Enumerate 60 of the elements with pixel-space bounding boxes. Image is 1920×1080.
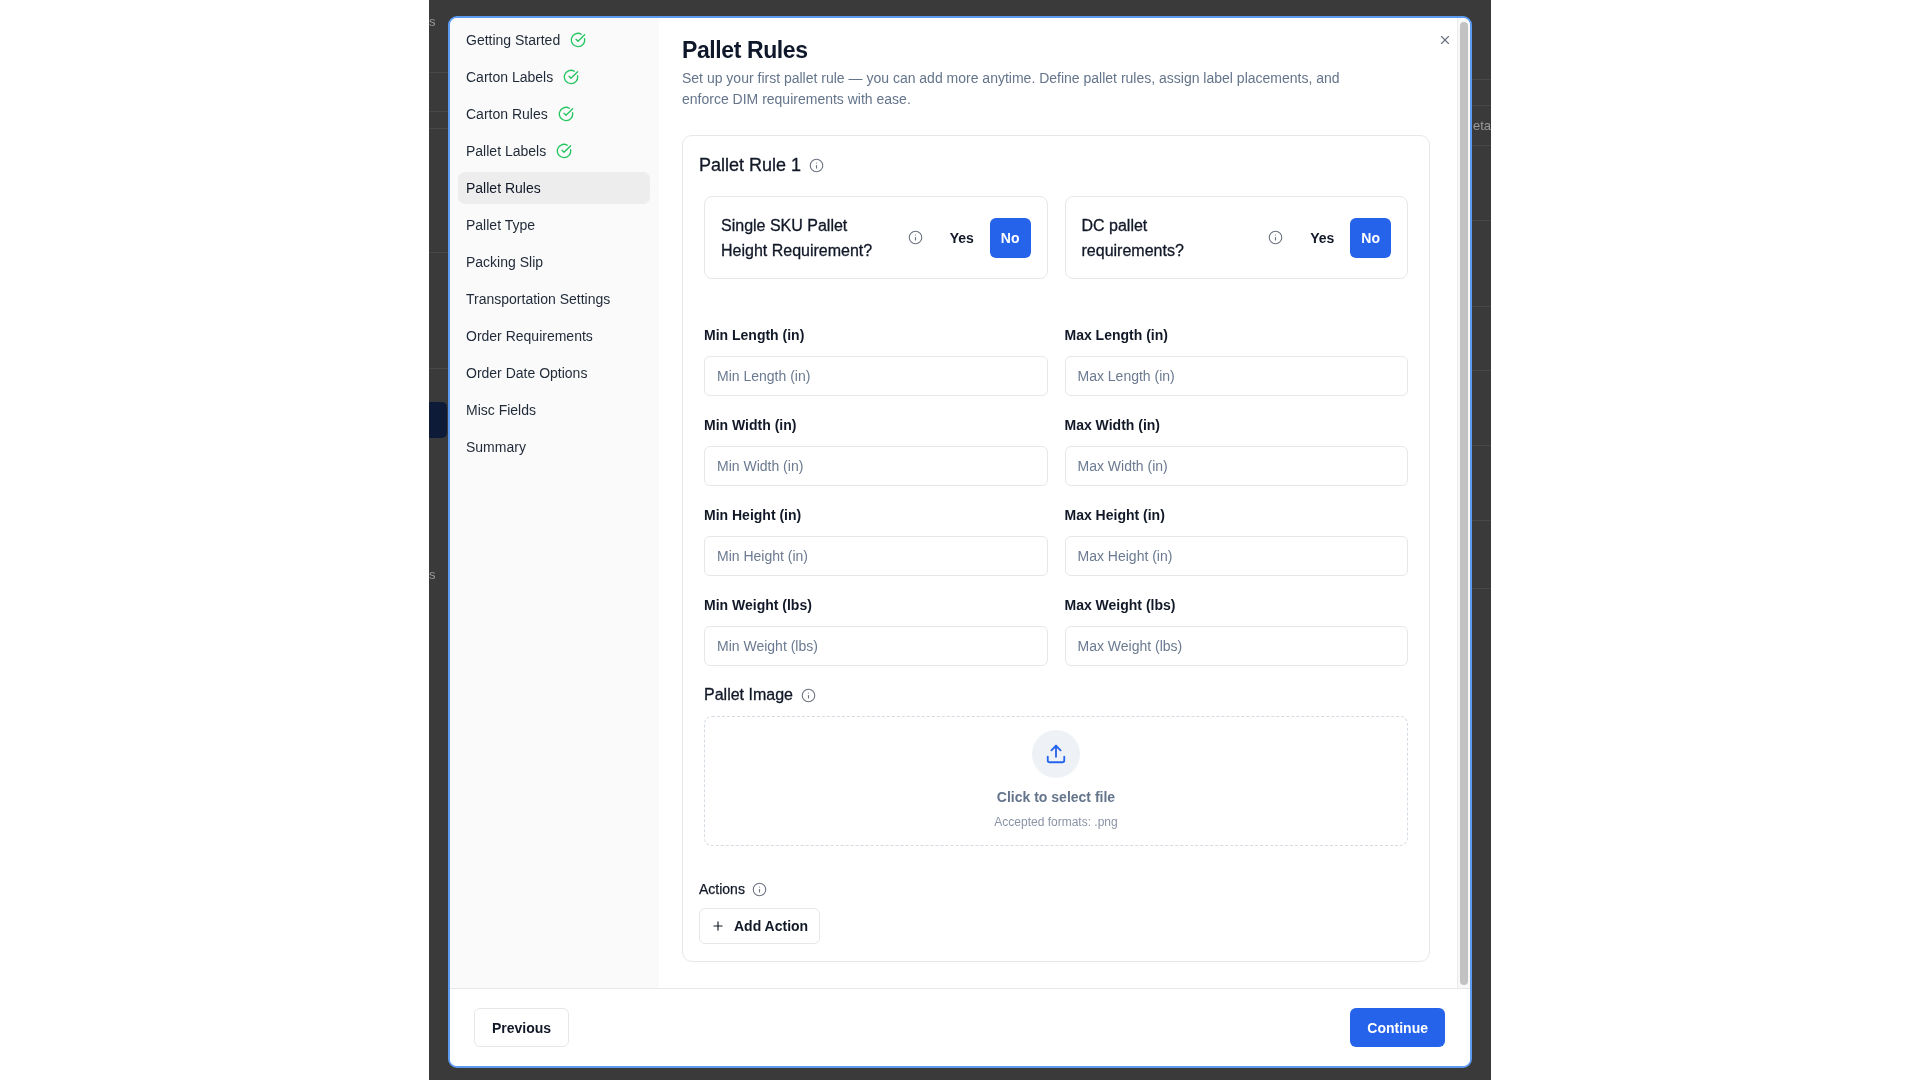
toggle-option[interactable]: Yes: [1299, 217, 1346, 258]
sidebar-item[interactable]: Order Date Options: [458, 357, 650, 389]
backdrop-text: s: [429, 14, 436, 30]
info-icon: [809, 157, 825, 173]
sidebar-item[interactable]: Misc Fields: [458, 394, 650, 426]
field-label: Min Height (in): [704, 506, 803, 525]
info-icon: [751, 881, 767, 897]
field-label: Max Weight (lbs): [1064, 596, 1177, 615]
field-label: Max Length (in): [1064, 326, 1169, 345]
field-label: Min Width (in): [704, 416, 798, 435]
sidebar-item[interactable]: Transportation Settings: [458, 283, 650, 315]
sidebar-item[interactable]: Summary: [458, 431, 650, 463]
plus-icon: [711, 919, 725, 933]
sidebar-item[interactable]: Getting Started: [458, 24, 650, 56]
sidebar-item[interactable]: Order Requirements: [458, 320, 650, 352]
input-field[interactable]: Min Length (in): [704, 356, 1048, 396]
input-field[interactable]: Min Width (in): [704, 446, 1048, 486]
upload-icon: [1032, 730, 1080, 778]
info-icon: [907, 230, 923, 245]
sidebar-item[interactable]: Carton Labels: [458, 61, 650, 93]
backdrop-text: s: [429, 567, 436, 583]
input-field[interactable]: Min Weight (lbs): [704, 626, 1048, 666]
upload-prompt: Click to select file: [996, 788, 1116, 807]
section-label: Actions: [699, 880, 745, 899]
continue-button[interactable]: Continue: [1350, 1008, 1445, 1047]
field-label: Max Width (in): [1064, 416, 1162, 435]
info-icon: [1268, 230, 1284, 245]
field-label: Min Weight (lbs): [704, 596, 813, 615]
file-drop-zone[interactable]: Click to select file Accepted formats: .png: [704, 716, 1408, 846]
question-label: DC pallet requirements?: [1081, 215, 1185, 261]
toggle-option[interactable]: Yes: [938, 217, 985, 258]
format-hint: Accepted formats: .png: [994, 814, 1118, 830]
backdrop-block: [429, 402, 447, 438]
close-button[interactable]: [1438, 33, 1452, 47]
field-label: Min Length (in): [704, 326, 806, 345]
input-field[interactable]: Max Weight (lbs): [1064, 626, 1408, 666]
scrollbar[interactable]: [1457, 18, 1470, 988]
close-icon: [1438, 33, 1452, 47]
dialog-description: Set up your first pallet rule — you can add more anytime. Define pallet rules, assign label placements, and enforce DIM requirements with ease.: [682, 69, 1341, 109]
add-action-button[interactable]: Add Action: [699, 908, 821, 944]
field-label: Max Height (in): [1064, 506, 1166, 525]
sidebar-item[interactable]: Pallet Rules: [458, 172, 650, 204]
toggle-option[interactable]: No: [1350, 217, 1391, 258]
scrollbar-thumb[interactable]: [1460, 22, 1468, 985]
question-label: Single SKU Pallet Height Requirement?: [721, 215, 874, 261]
toggle-option[interactable]: No: [989, 217, 1031, 258]
input-field[interactable]: Max Width (in): [1064, 446, 1408, 486]
sidebar-item[interactable]: Pallet Labels: [458, 135, 650, 167]
rule-title: Pallet Rule 1: [699, 154, 802, 177]
backdrop-text: eta: [1472, 118, 1491, 134]
input-field[interactable]: Max Height (in): [1064, 536, 1408, 576]
input-field[interactable]: Max Length (in): [1064, 356, 1408, 396]
sidebar-item[interactable]: Packing Slip: [458, 246, 650, 278]
section-label: Pallet Image: [704, 685, 793, 705]
info-icon: [800, 687, 816, 703]
sidebar-item[interactable]: Carton Rules: [458, 98, 650, 130]
input-field[interactable]: Min Height (in): [704, 536, 1048, 576]
dialog-title: Pallet Rules: [682, 36, 809, 64]
previous-button[interactable]: Previous: [474, 1008, 570, 1047]
sidebar-item[interactable]: Pallet Type: [458, 209, 650, 241]
